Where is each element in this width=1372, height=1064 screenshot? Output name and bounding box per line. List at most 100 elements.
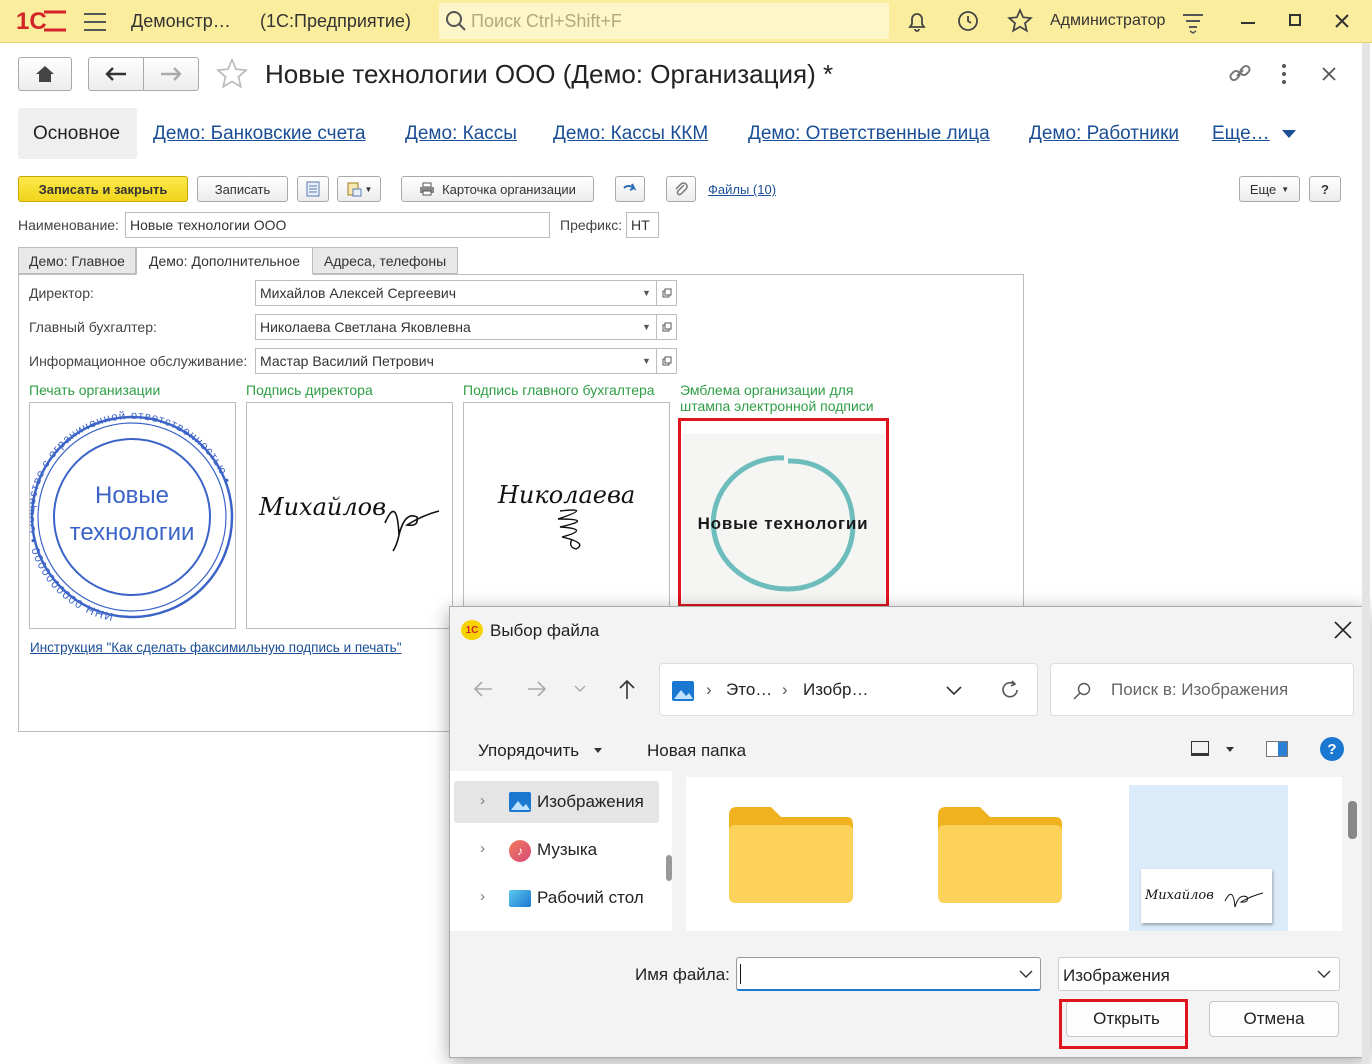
files-link[interactable]: Файлы (10) [708,182,776,197]
nav-recent-chevron-icon[interactable] [574,685,586,693]
address-bar[interactable]: › Это… › Изобр… [659,663,1038,716]
accountant-dropdown[interactable]: ▼ [637,314,657,340]
nav-tab-kkm[interactable]: Демо: Кассы ККМ [553,123,708,145]
attach-button[interactable] [666,176,696,202]
prefix-input[interactable]: НТ [626,212,659,238]
organize-caret-icon [594,748,602,753]
goto-button[interactable] [615,176,645,202]
filename-input[interactable] [736,957,1041,991]
director-input[interactable]: Михайлов Алексей Сергеевич [255,280,638,306]
save-and-close-button[interactable]: Записать и закрыть [18,176,188,202]
maximize-icon[interactable] [1289,14,1301,26]
close-icon[interactable] [1334,13,1350,29]
path-segment-2[interactable]: Изобр… [803,680,868,700]
accountant-open[interactable] [657,314,677,340]
filename-chevron-icon[interactable] [1019,970,1033,978]
organize-button[interactable]: Упорядочить [478,741,579,761]
nav-forward-icon[interactable] [526,679,548,699]
forward-button[interactable] [143,57,199,91]
path-segment-1[interactable]: Это… [726,680,772,700]
seal-image[interactable]: ИНН 0000000000 • Общество с ограниченной… [25,402,236,629]
settings-menu-icon[interactable] [1181,10,1205,34]
director-label: Директор: [29,285,94,301]
tab-demo-additional[interactable]: Демо: Дополнительное [136,247,313,275]
file-image-signature[interactable]: Михайлов [1129,785,1288,931]
global-search-input[interactable]: Поиск Ctrl+Shift+F [439,3,889,39]
more-vert-icon[interactable] [1276,62,1292,86]
dialog-title: Выбор файла [490,621,600,640]
save-button[interactable]: Записать [197,176,288,202]
search-icon [446,11,466,31]
dialog-close-icon[interactable] [1334,621,1352,639]
accountant-input[interactable]: Николаева Светлана Яковлевна [255,314,638,340]
report-button[interactable] [297,176,329,202]
refresh-icon[interactable] [1000,680,1020,700]
director-dropdown[interactable]: ▼ [637,280,657,306]
open-highlight-frame [1059,999,1188,1049]
instruction-link[interactable]: Инструкция "Как сделать факсимильную под… [30,640,401,655]
more-actions-button[interactable]: Еще ▼ [1239,176,1300,202]
star-icon[interactable] [1007,8,1033,34]
nav-tab-responsible[interactable]: Демо: Ответственные лица [748,123,990,145]
filetype-select[interactable]: Изображения [1058,957,1340,991]
chevron-down-icon[interactable] [1281,129,1297,139]
info-service-input[interactable]: Мастар Василий Петрович [255,348,638,374]
nav-tab-main[interactable]: Основное [18,108,137,159]
arrow-left-icon [105,67,126,81]
tree-item-desktop[interactable]: › Рабочий стол [454,877,659,919]
emblem-highlight-frame [678,418,889,607]
view-caret-icon[interactable] [1226,747,1234,752]
history-icon[interactable] [956,9,980,33]
bell-icon[interactable] [905,9,929,33]
cancel-button[interactable]: Отмена [1209,1001,1339,1037]
new-folder-button[interactable]: Новая папка [647,741,746,761]
view-mode-icon[interactable] [1191,741,1209,756]
svg-text:1С: 1С [16,8,47,35]
address-chevron-down-icon[interactable] [946,686,962,696]
back-button[interactable] [88,57,144,91]
link-icon[interactable] [1227,60,1253,86]
preview-pane-icon[interactable] [1266,741,1288,757]
arrow-right-icon [161,67,182,81]
folder-icon [938,807,1062,903]
tree-item-music[interactable]: › ♪ Музыка [454,829,659,871]
pictures-folder-icon [509,792,531,812]
director-open[interactable] [657,280,677,306]
tree-scrollbar[interactable] [666,855,672,881]
tab-addresses[interactable]: Адреса, телефоны [312,247,458,274]
name-input[interactable]: Новые технологии ООО [125,212,550,238]
info-service-open[interactable] [657,348,677,374]
filename-label: Имя файла: [635,965,730,984]
nav-tab-more[interactable]: Еще… [1212,123,1270,145]
help-button[interactable]: ? [1309,176,1341,202]
svg-text:ИНН 0000000000 • Общество с ог: ИНН 0000000000 • Общество с ограниченной… [30,410,233,622]
nav-tab-bank-accounts[interactable]: Демо: Банковские счета [153,123,366,145]
window-scrollbar[interactable] [1362,43,1370,1064]
info-service-label: Информационное обслуживание: [29,353,248,369]
accountant-signature-image[interactable]: Николаева [463,402,670,629]
org-card-button[interactable]: Карточка организации [401,176,594,202]
minimize-icon[interactable] [1241,22,1255,24]
nav-back-icon[interactable] [472,679,494,699]
nav-tab-workers[interactable]: Демо: Работники [1029,123,1179,145]
dialog-search-input[interactable]: Поиск в: Изображения [1050,663,1354,716]
form-close-icon[interactable] [1322,67,1336,81]
file-list-scrollbar[interactable] [1348,801,1357,839]
seal-ring-text: ИНН 0000000000 • Общество с ограниченной… [30,410,233,622]
app-logo[interactable]: 1С [14,6,68,36]
nav-up-icon[interactable] [617,678,637,700]
tab-demo-main[interactable]: Демо: Главное [18,247,136,274]
filetype-chevron-icon [1317,970,1331,978]
favorite-star-icon[interactable] [214,57,250,91]
nav-tab-cash[interactable]: Демо: Кассы [405,123,517,145]
home-button[interactable] [18,57,72,91]
director-signature-image[interactable]: Михайлов [246,402,453,629]
user-name[interactable]: Администратор [1050,12,1165,30]
dialog-help-button[interactable]: ? [1320,737,1344,761]
info-service-dropdown[interactable]: ▼ [637,348,657,374]
print-menu-button[interactable]: ▼ [337,176,381,202]
menu-icon[interactable] [84,11,106,31]
tree-item-pictures[interactable]: › Изображения [454,781,659,823]
app-topbar: 1С Демонстр… (1С:Предприятие) Поиск Ctrl… [0,0,1372,43]
app-title[interactable]: Демонстр… [131,11,231,32]
